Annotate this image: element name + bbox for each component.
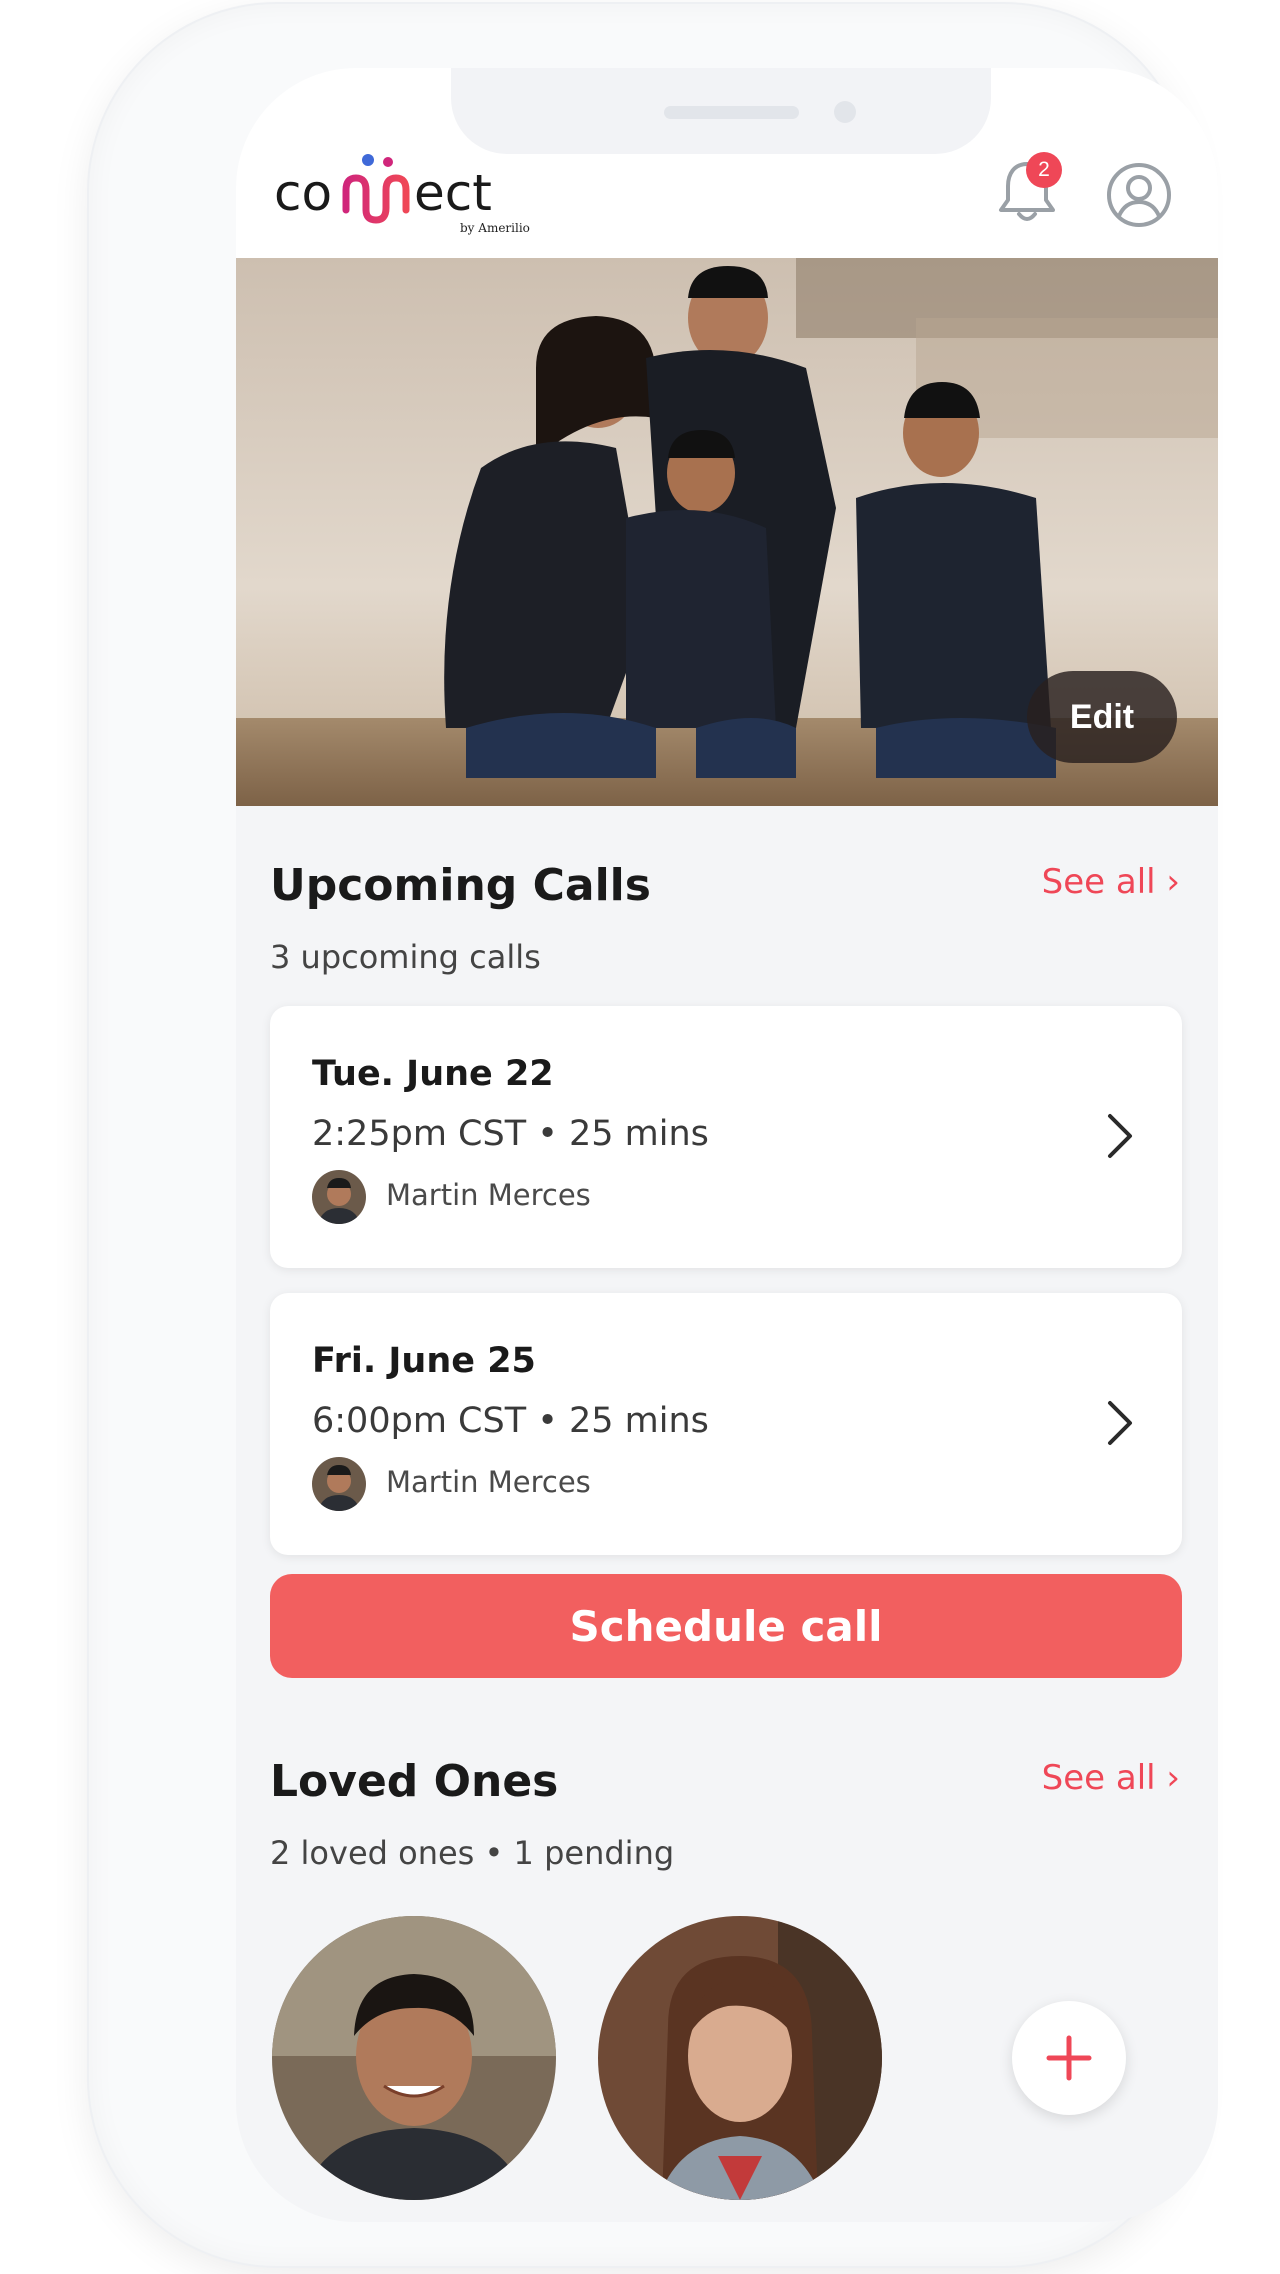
svg-text:ect: ect: [414, 164, 492, 222]
loved-one-avatar[interactable]: [598, 1916, 882, 2200]
loved-ones-title: Loved Ones: [270, 1756, 559, 1807]
call-participant: Martin Merces: [386, 1465, 591, 1499]
phone-notch: [451, 68, 991, 154]
svg-text:co: co: [274, 164, 332, 222]
plus-icon: [1046, 2035, 1092, 2081]
connect-logo: co ect by Amerilio: [274, 154, 530, 235]
call-card[interactable]: Tue. June 22 2:25pm CST • 25 mins Martin…: [270, 1006, 1182, 1268]
speaker: [664, 106, 799, 119]
loved-ones-see-all-link[interactable]: See all ›: [1042, 1758, 1180, 1798]
front-camera: [834, 101, 856, 123]
loved-ones-count: 2 loved ones • 1 pending: [270, 1834, 675, 1872]
call-date: Tue. June 22: [312, 1054, 554, 1094]
schedule-call-button[interactable]: Schedule call: [270, 1574, 1182, 1678]
avatar: [312, 1457, 366, 1511]
call-date: Fri. June 25: [312, 1341, 536, 1381]
logo-tagline: by Amerilio: [460, 221, 530, 235]
upcoming-see-all-link[interactable]: See all ›: [1042, 862, 1180, 902]
upcoming-calls-count: 3 upcoming calls: [270, 938, 541, 976]
upcoming-calls-title: Upcoming Calls: [270, 860, 651, 911]
phone-frame: co ect by Amerilio 2 Edit Upcoming Calls…: [89, 4, 1218, 2266]
edit-photo-button[interactable]: Edit: [1027, 671, 1177, 763]
add-loved-one-button[interactable]: [1012, 2001, 1126, 2115]
call-time: 6:00pm CST • 25 mins: [312, 1401, 709, 1441]
call-card[interactable]: Fri. June 25 6:00pm CST • 25 mins Martin…: [270, 1293, 1182, 1555]
loved-one-avatar[interactable]: [272, 1916, 556, 2200]
notification-badge: 2: [1026, 152, 1062, 188]
chevron-right-icon[interactable]: [1100, 1393, 1140, 1453]
call-participant: Martin Merces: [386, 1178, 591, 1212]
chevron-right-icon[interactable]: [1100, 1106, 1140, 1166]
app-screen: co ect by Amerilio 2 Edit Upcoming Calls…: [236, 68, 1218, 2222]
avatar: [312, 1170, 366, 1224]
call-time: 2:25pm CST • 25 mins: [312, 1114, 709, 1154]
profile-icon[interactable]: [1106, 162, 1172, 228]
